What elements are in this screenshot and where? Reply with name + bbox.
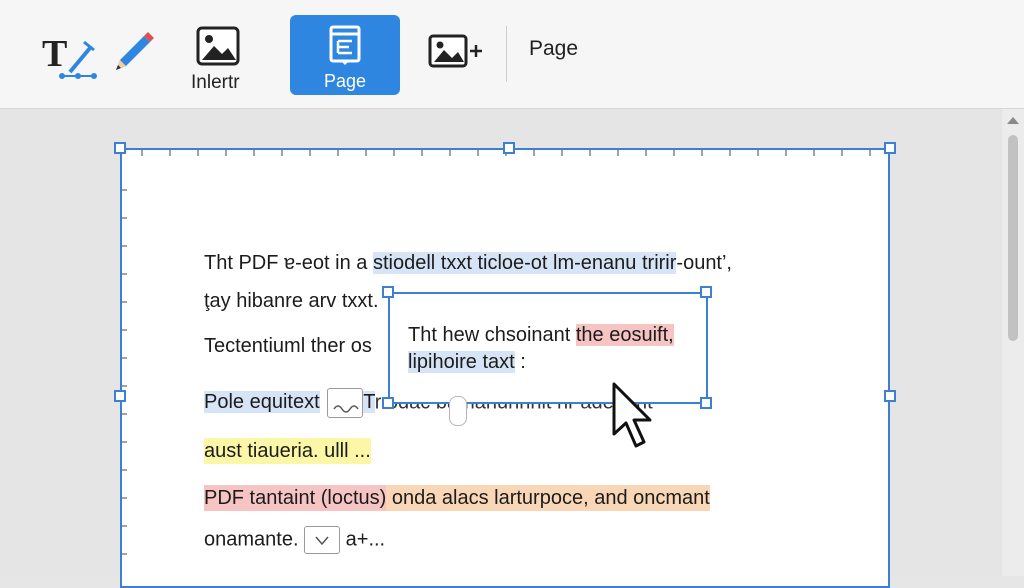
scroll-thumb[interactable] bbox=[1008, 135, 1018, 341]
popup-line-2-suffix: : bbox=[514, 351, 526, 373]
text-edit-tool[interactable]: T bbox=[40, 28, 100, 82]
highlight-yellow: aust tiaueria. ulll ... bbox=[204, 438, 371, 464]
insert-label: Inlertr bbox=[191, 72, 240, 93]
text-line-3-text: Tectentiuml ther os bbox=[204, 335, 372, 357]
page-icon bbox=[329, 25, 361, 65]
page-button-label: Page bbox=[323, 71, 367, 91]
text-line-5[interactable]: aust tiaueria. ulll ... bbox=[204, 438, 371, 464]
resize-handle-top-center[interactable] bbox=[503, 142, 515, 154]
popup-line-1-text: Tht hew chsoinant bbox=[408, 324, 576, 346]
image-icon bbox=[196, 26, 240, 66]
popup-drag-handle[interactable] bbox=[449, 396, 467, 426]
resize-handle-middle-left[interactable] bbox=[114, 390, 126, 402]
squiggle-icon bbox=[333, 405, 359, 413]
resize-handle-top-left[interactable] bbox=[114, 142, 126, 154]
insert-image-tool[interactable]: Inlertr bbox=[188, 24, 248, 96]
popup-line-1: Tht hew chsoinant the eosuift, bbox=[408, 322, 674, 348]
add-image-tool[interactable] bbox=[428, 32, 484, 72]
svg-text:T: T bbox=[42, 33, 67, 75]
draw-tool[interactable] bbox=[110, 30, 156, 74]
add-image-icon bbox=[428, 34, 482, 68]
vertical-scrollbar[interactable] bbox=[1002, 109, 1024, 576]
text-line-7-part-a: onamante. bbox=[204, 528, 299, 551]
toolbar: T Inlertr Page Page bbox=[0, 0, 1024, 109]
pencil-icon bbox=[116, 32, 154, 70]
popup-handle-top-right[interactable] bbox=[700, 286, 712, 298]
popup-handle-top-left[interactable] bbox=[382, 286, 394, 298]
text-edit-icon: T bbox=[42, 33, 97, 79]
highlight-orange: onda alacs larturpoce, and oncmant bbox=[386, 485, 710, 511]
inline-image-placeholder[interactable] bbox=[327, 388, 364, 418]
text-line-1-part-a: Tht PDF ɐ-eot in a bbox=[204, 252, 373, 274]
text-line-2-text: ţay hibanre arv txxt. bbox=[204, 290, 379, 312]
text-line-1[interactable]: Tht PDF ɐ-eot in a stiodell txxt ticloe-… bbox=[204, 250, 732, 276]
text-line-2[interactable]: ţay hibanre arv txxt. bbox=[204, 288, 379, 314]
page-text-label: Page bbox=[529, 37, 579, 60]
highlight-blue-2: Pole equitext bbox=[204, 391, 320, 414]
popup-highlight-blue: lipihoire taxt bbox=[408, 351, 515, 373]
resize-handle-top-right[interactable] bbox=[884, 142, 896, 154]
page-button[interactable]: Page bbox=[290, 15, 400, 95]
text-line-1-part-c: -ount’, bbox=[676, 252, 732, 274]
inline-dropdown[interactable] bbox=[304, 526, 341, 554]
popup-line-2: lipihoire taxt : bbox=[408, 349, 526, 375]
text-line-7[interactable]: onamante. a+... bbox=[204, 526, 385, 554]
text-line-6[interactable]: PDF tantaint (loctus) onda alacs larturp… bbox=[204, 485, 710, 511]
highlight-blue-1: stiodell txxt ticloe-ot lm-enanu tririr bbox=[372, 252, 677, 274]
toolbar-separator bbox=[506, 26, 507, 82]
resize-handle-middle-right[interactable] bbox=[884, 390, 896, 402]
text-line-4-part-b: T bbox=[363, 391, 375, 414]
chevron-down-icon bbox=[315, 536, 329, 546]
text-line-3[interactable]: Tectentiuml ther os bbox=[204, 333, 372, 359]
text-line-7-part-b: a+... bbox=[345, 528, 386, 551]
popup-highlight-red: the eosuift, bbox=[575, 324, 674, 346]
selected-text-box[interactable]: Tht hew chsoinant the eosuift, lipihoire… bbox=[388, 292, 708, 404]
popup-handle-bottom-right[interactable] bbox=[700, 397, 712, 409]
popup-handle-bottom-left[interactable] bbox=[382, 397, 394, 409]
mouse-cursor-icon bbox=[612, 382, 652, 448]
highlight-red: PDF tantaint (loctus) bbox=[204, 485, 387, 511]
scroll-up-arrow-icon[interactable] bbox=[1007, 117, 1019, 124]
left-ruler bbox=[122, 189, 127, 555]
